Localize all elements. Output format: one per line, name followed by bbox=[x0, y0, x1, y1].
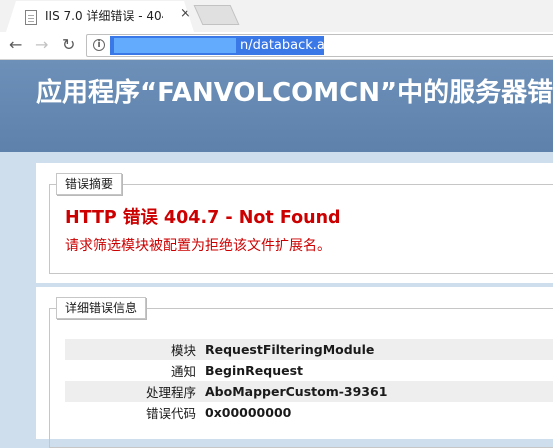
row-label: 错误代码 bbox=[145, 406, 196, 421]
tab-title: IIS 7.0 详细错误 - 404.7 bbox=[45, 9, 162, 23]
new-tab-button[interactable] bbox=[193, 5, 240, 25]
close-icon[interactable]: × bbox=[180, 7, 191, 20]
forward-arrow-icon[interactable]: → bbox=[35, 36, 48, 54]
address-bar[interactable]: i n/databack.asa bbox=[86, 34, 553, 57]
url-redaction bbox=[114, 38, 236, 53]
error-title: HTTP 错误 404.7 - Not Found bbox=[65, 208, 341, 228]
row-label: 处理程序 bbox=[65, 381, 205, 402]
summary-legend: 错误摘要 bbox=[56, 173, 123, 195]
info-icon[interactable]: i bbox=[93, 39, 105, 51]
tab-strip: IIS 7.0 详细错误 - 404.7 × bbox=[0, 0, 553, 32]
details-legend: 详细错误信息 bbox=[56, 297, 147, 319]
page-content: 应用程序“FANVOLCOMCN”中的服务器错误 错误摘要 HTTP 错误 40… bbox=[0, 60, 553, 448]
summary-panel: 错误摘要 HTTP 错误 404.7 - Not Found 请求筛选模块被配置… bbox=[36, 163, 553, 283]
browser-tab[interactable]: IIS 7.0 详细错误 - 404.7 × bbox=[6, 1, 194, 32]
details-table: 模块 RequestFilteringModule 通知 BeginReques… bbox=[65, 339, 553, 423]
row-value: RequestFilteringModule bbox=[205, 339, 553, 360]
row-label: 模块 bbox=[65, 339, 205, 360]
table-row: 模块 RequestFilteringModule bbox=[65, 339, 553, 360]
error-description: 请求筛选模块被配置为拒绝该文件扩展名。 bbox=[65, 238, 331, 254]
table-row: 错误代码 0x00000000 bbox=[65, 402, 553, 423]
error-header: 应用程序“FANVOLCOMCN”中的服务器错误 bbox=[0, 60, 553, 152]
table-row: 通知 BeginRequest bbox=[65, 360, 553, 381]
row-value: 0x00000000 bbox=[205, 405, 292, 420]
url-selection[interactable]: n/databack.asa bbox=[110, 36, 340, 55]
page-icon bbox=[25, 10, 37, 25]
reload-icon[interactable]: ↻ bbox=[62, 36, 75, 54]
page-title: 应用程序“FANVOLCOMCN”中的服务器错误 bbox=[36, 78, 553, 108]
table-row: 处理程序 AboMapperCustom-39361 bbox=[65, 381, 553, 402]
row-label: 通知 bbox=[170, 364, 196, 379]
row-value: BeginRequest bbox=[205, 363, 303, 378]
row-value: AboMapperCustom-39361 bbox=[205, 381, 553, 402]
url-text: n/databack.asa bbox=[240, 38, 340, 53]
details-fieldset: 详细错误信息 模块 RequestFilteringModule 通知 Begi… bbox=[49, 297, 553, 448]
summary-fieldset: 错误摘要 HTTP 错误 404.7 - Not Found 请求筛选模块被配置… bbox=[49, 173, 553, 274]
back-arrow-icon[interactable]: ← bbox=[9, 36, 22, 54]
browser-toolbar: ← → ↻ i n/databack.asa bbox=[0, 32, 553, 60]
details-panel: 详细错误信息 模块 RequestFilteringModule 通知 Begi… bbox=[36, 287, 553, 448]
